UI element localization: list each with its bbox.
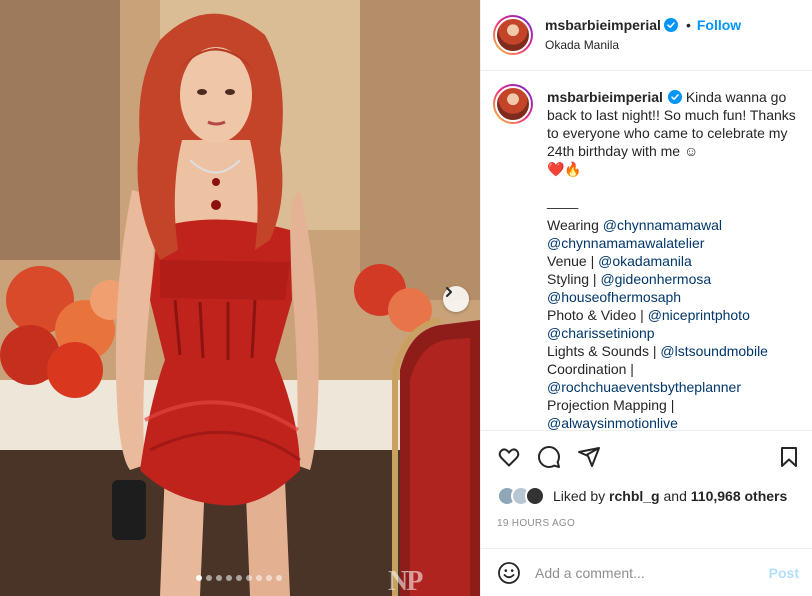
liked-by-and: and	[663, 488, 687, 504]
mention-link[interactable]: @charissetinionp	[547, 325, 655, 341]
comment-bar: Post	[481, 548, 812, 596]
next-image-button[interactable]	[443, 286, 469, 312]
action-bar	[481, 430, 812, 480]
carousel-dot	[276, 575, 282, 581]
likes-count-link[interactable]: 110,968 others	[691, 488, 788, 504]
caption-credit-line: @charissetinionp	[547, 324, 799, 342]
header-username-row: msbarbieimperial • Follow	[545, 17, 741, 33]
mention-link[interactable]: @alwaysinmotionlive	[547, 415, 678, 430]
credit-label: Photo & Video |	[547, 307, 648, 323]
verified-badge-icon	[663, 18, 678, 32]
caption-credit-line: Projection Mapping |	[547, 396, 799, 414]
carousel-dot	[256, 575, 262, 581]
mention-link[interactable]: @niceprintphoto	[648, 307, 750, 323]
caption-credit-line: Coordination |	[547, 360, 799, 378]
comment-icon[interactable]	[537, 445, 561, 469]
mention-link[interactable]: @rochchuaeventsbytheplanner	[547, 379, 741, 395]
caption-credit-line: @rochchuaeventsbytheplanner	[547, 378, 799, 396]
bookmark-icon[interactable]	[777, 445, 801, 469]
caption-credits: Wearing @chynnamamawal @chynnamamawalatel…	[547, 216, 799, 430]
caption-avatar[interactable]	[493, 84, 533, 124]
caption-credit-line: Lights & Sounds | @lstsoundmobile	[547, 342, 799, 360]
caption-credit-line: @houseofhermosaph	[547, 288, 799, 306]
caption-credit-line: Wearing @chynnamamawal	[547, 216, 799, 234]
photo-watermark: NP	[388, 566, 423, 596]
credit-label: Coordination |	[547, 361, 634, 377]
likes-row: Liked by rchbl_g and 110,968 others	[497, 486, 787, 506]
emoji-smile-icon[interactable]	[497, 561, 521, 585]
caption-area: msbarbieimperial Kinda wanna go back to …	[481, 72, 812, 430]
mention-link[interactable]: @houseofhermosaph	[547, 289, 681, 305]
comment-input[interactable]	[535, 561, 755, 585]
username-link[interactable]: msbarbieimperial	[545, 17, 661, 33]
likes-text: Liked by rchbl_g and 110,968 others	[553, 488, 787, 504]
follow-button[interactable]: Follow	[697, 17, 741, 33]
caption-emojis: ❤️🔥	[547, 161, 582, 177]
carousel-dots	[196, 575, 282, 581]
caption-divider: ____	[547, 193, 579, 209]
liker-avatar[interactable]	[525, 486, 545, 506]
caption-credit-line: @chynnamamawalatelier	[547, 234, 799, 252]
carousel-dot	[196, 575, 202, 581]
post-comment-button[interactable]: Post	[769, 565, 799, 581]
credit-label: Styling |	[547, 271, 601, 287]
caption-credit-line: Photo & Video | @niceprintphoto	[547, 306, 799, 324]
verified-badge-icon	[667, 90, 682, 104]
liked-by-prefix: Liked by	[553, 488, 606, 504]
avatar[interactable]	[493, 15, 533, 55]
carousel-dot	[236, 575, 242, 581]
mention-link[interactable]: @chynnamamawalatelier	[547, 235, 704, 251]
photo-illustration	[0, 0, 480, 596]
timestamp[interactable]: 19 HOURS AGO	[497, 518, 575, 529]
mention-link[interactable]: @chynnamamawal	[603, 217, 722, 233]
credit-label: Wearing	[547, 217, 603, 233]
credit-label: Lights & Sounds |	[547, 343, 661, 359]
paper-plane-icon[interactable]	[577, 445, 601, 469]
caption-credit-line: Styling | @gideonhermosa	[547, 270, 799, 288]
carousel-dot	[246, 575, 252, 581]
post-photo[interactable]: NP	[0, 0, 480, 596]
location-link[interactable]: Okada Manila	[545, 38, 619, 52]
separator-dot: •	[685, 17, 691, 33]
post-details-panel: msbarbieimperial • Follow Okada Manila m…	[480, 0, 812, 596]
mention-link[interactable]: @gideonhermosa	[600, 271, 711, 287]
post-header: msbarbieimperial • Follow Okada Manila	[481, 0, 812, 71]
carousel-dot	[266, 575, 272, 581]
mention-link[interactable]: @okadamanila	[598, 253, 692, 269]
carousel-dot	[206, 575, 212, 581]
credit-label: Venue |	[547, 253, 599, 269]
caption-text: msbarbieimperial Kinda wanna go back to …	[547, 88, 799, 430]
chevron-right-icon	[446, 287, 452, 297]
liked-by-user-link[interactable]: rchbl_g	[609, 488, 660, 504]
caption-username-link[interactable]: msbarbieimperial	[547, 89, 663, 105]
caption-credit-line: Venue | @okadamanila	[547, 252, 799, 270]
credit-label: Projection Mapping |	[547, 397, 675, 413]
heart-icon[interactable]	[497, 445, 521, 469]
caption-credit-line: @alwaysinmotionlive	[547, 414, 799, 430]
carousel-dot	[226, 575, 232, 581]
carousel-dot	[216, 575, 222, 581]
mention-link[interactable]: @lstsoundmobile	[660, 343, 768, 359]
